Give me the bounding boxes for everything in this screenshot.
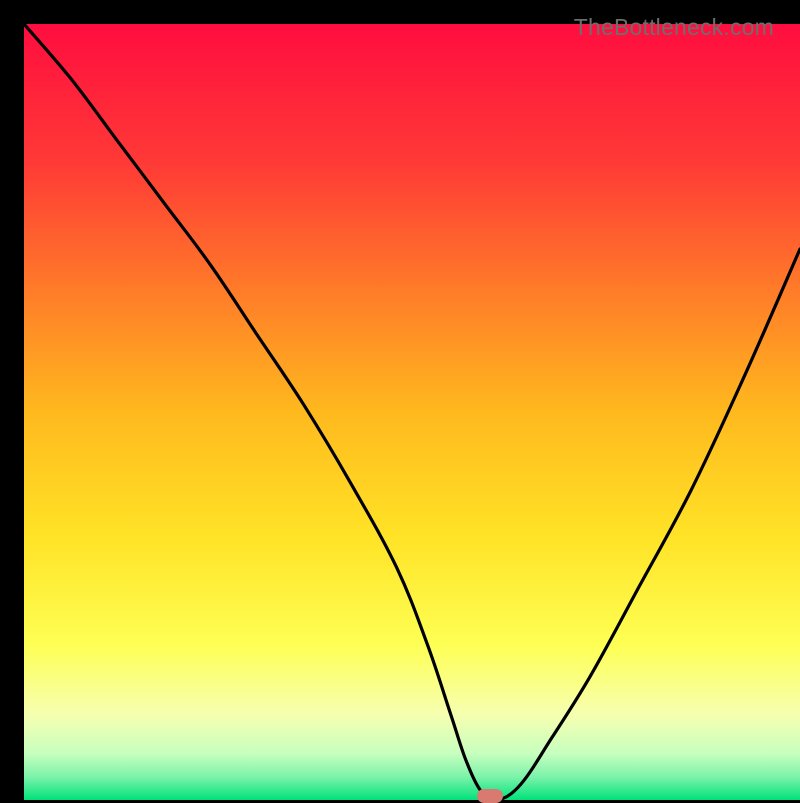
optimal-marker	[477, 789, 503, 803]
bottleneck-chart	[24, 24, 800, 800]
watermark-text: TheBottleneck.com	[574, 14, 774, 41]
chart-frame: TheBottleneck.com	[12, 12, 788, 788]
gradient-background	[24, 24, 800, 800]
